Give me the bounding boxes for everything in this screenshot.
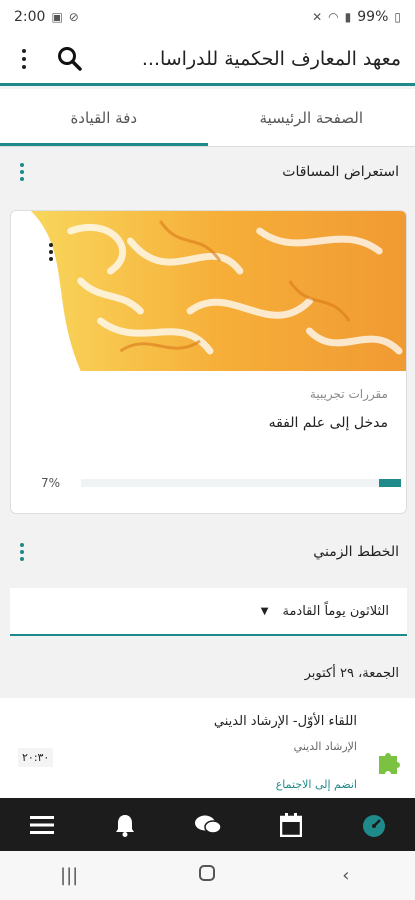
join-meeting-link[interactable]: انضم إلى الاجتماع: [276, 778, 357, 791]
status-bar: 2:00 ▣ ⊘ ✕ ◠ ▮ 99% ▯: [0, 0, 415, 34]
no-disturb-icon: ⊘: [68, 10, 79, 24]
gallery-icon: ▣: [51, 10, 63, 24]
tab-home[interactable]: الصفحة الرئيسية: [208, 89, 415, 146]
courses-section-title: استعراض المساقات: [282, 164, 399, 180]
overflow-menu-icon[interactable]: [14, 48, 34, 69]
status-right: ✕ ◠ ▮ 99% ▯: [312, 9, 401, 25]
app-bar: معهد المعارف الحكمية للدراسا...: [0, 34, 415, 86]
timeline-date: الجمعة، ٢٩ أكتوبر: [0, 648, 415, 698]
course-name[interactable]: مدخل إلى علم الفقه: [29, 415, 388, 431]
back-icon[interactable]: ‹: [326, 865, 366, 886]
search-icon[interactable]: [56, 45, 84, 73]
wifi-icon: ◠: [328, 10, 339, 24]
courses-section-header: استعراض المساقات: [0, 150, 415, 194]
course-card[interactable]: مقررات تجريبية مدخل إلى علم الفقه 7%: [10, 210, 407, 514]
bell-icon[interactable]: [105, 805, 145, 845]
progress-label: 7%: [41, 476, 61, 490]
chat-icon[interactable]: [188, 805, 228, 845]
mute-icon: ✕: [312, 10, 323, 24]
status-battery: 99%: [357, 9, 389, 25]
event-title[interactable]: اللقاء الأوّل- الإرشاد الديني: [214, 714, 357, 729]
puzzle-icon: [379, 753, 400, 774]
menu-icon[interactable]: [22, 805, 62, 845]
battery-icon: ▯: [394, 10, 401, 24]
dashboard-icon[interactable]: [354, 805, 394, 845]
course-banner-image: [11, 211, 406, 371]
courses-menu-icon[interactable]: [20, 163, 24, 181]
event-time: ٢٠:٣٠: [18, 748, 54, 767]
tab-dashboard[interactable]: دفة القيادة: [0, 89, 208, 146]
progress-bar: [81, 479, 401, 487]
course-progress: 7%: [41, 476, 401, 490]
status-time: 2:00: [14, 9, 46, 25]
tab-bar: الصفحة الرئيسية دفة القيادة: [0, 89, 415, 147]
timeline-section-header: الخطط الزمني: [0, 530, 415, 574]
event-subtitle: الإرشاد الديني: [293, 740, 357, 753]
timeline-filter-select[interactable]: الثلاثون يوماً القادمة ▼: [10, 588, 407, 636]
status-left: 2:00 ▣ ⊘: [14, 9, 79, 25]
timeline-filter-value: الثلاثون يوماً القادمة: [282, 603, 390, 619]
progress-fill: [378, 479, 401, 487]
timeline-event[interactable]: اللقاء الأوّل- الإرشاد الديني الإرشاد ال…: [0, 698, 415, 798]
home-icon[interactable]: [187, 864, 227, 887]
course-menu-icon[interactable]: [49, 243, 53, 261]
course-body: مقررات تجريبية مدخل إلى علم الفقه: [11, 371, 406, 441]
system-nav-bar: ||| ‹: [0, 851, 415, 900]
bottom-nav: [0, 798, 415, 851]
dropdown-caret-icon: ▼: [260, 605, 269, 617]
timeline-section-title: الخطط الزمني: [313, 544, 399, 560]
signal-icon: ▮: [344, 10, 352, 24]
course-category: مقررات تجريبية: [309, 387, 388, 401]
calendar-icon[interactable]: [271, 805, 311, 845]
timeline-menu-icon[interactable]: [20, 543, 24, 561]
page-title: معهد المعارف الحكمية للدراسا...: [141, 47, 401, 70]
recent-apps-icon[interactable]: |||: [49, 865, 89, 886]
